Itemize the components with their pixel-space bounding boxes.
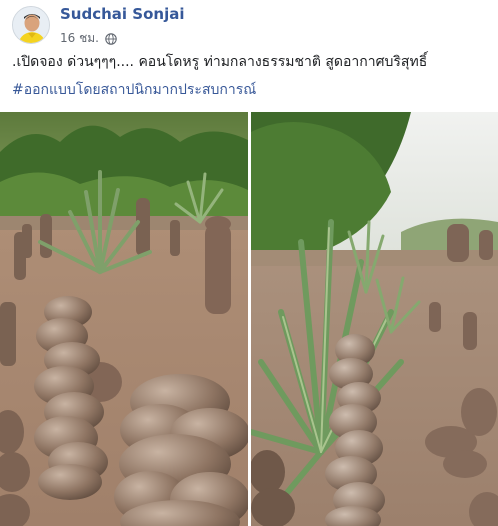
avatar-portrait	[13, 7, 49, 43]
termite-mound-field-photo-right	[251, 112, 498, 526]
post-header: Sudchai Sonjai 16 ชม.	[0, 0, 498, 50]
post-photo-left[interactable]	[0, 112, 248, 526]
author-avatar[interactable]	[12, 6, 50, 44]
hashtag-link[interactable]: #ออกแบบโดยสถาปนิกมากประสบการณ์	[12, 80, 256, 100]
post-photo-right[interactable]	[251, 112, 498, 526]
post-message: .เปิดจอง ด่วนๆๆๆ.... คอนโดหรู ท่ามกลางธร…	[12, 54, 428, 70]
termite-mound-field-photo-left	[0, 112, 248, 526]
post-timestamp[interactable]: 16 ชม.	[60, 29, 99, 48]
facebook-post: Sudchai Sonjai 16 ชม. .เปิดจอง ด่วนๆๆๆ..…	[0, 0, 498, 526]
author-name-link[interactable]: Sudchai Sonjai	[60, 5, 184, 23]
globe-icon[interactable]	[105, 30, 117, 45]
globe-icon-glyph	[105, 33, 117, 45]
